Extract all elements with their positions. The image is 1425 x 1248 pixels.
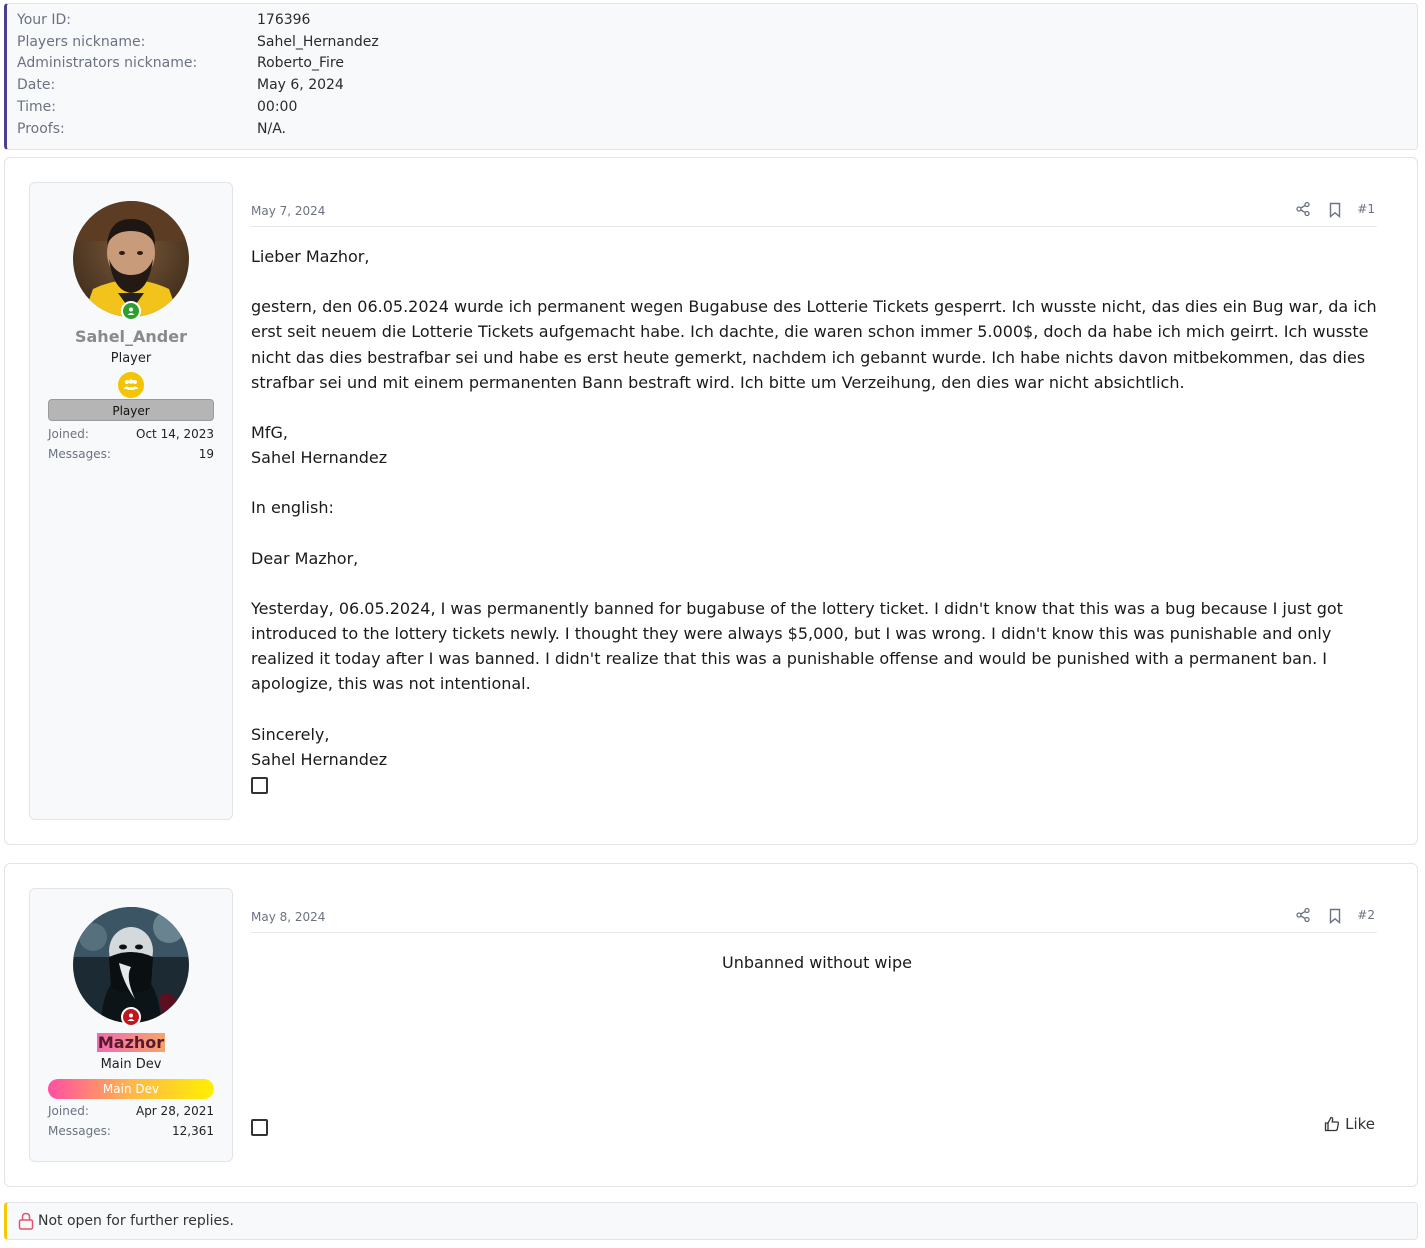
report-info-box: Your ID: 176396 Players nickname: Sahel_… <box>4 3 1418 150</box>
joined-value: Oct 14, 2023 <box>136 427 214 441</box>
like-button[interactable]: Like <box>1324 1115 1375 1133</box>
username[interactable]: Mazhor <box>96 1033 166 1052</box>
select-post-checkbox[interactable] <box>251 777 268 794</box>
user-title: Main Dev <box>100 1057 162 1072</box>
info-value-proofs: N/A. <box>257 121 286 137</box>
info-value-id: 176396 <box>257 12 311 28</box>
post-paragraph: MfG, Sahel Hernandez <box>251 423 388 468</box>
like-label: Like <box>1345 1115 1375 1133</box>
joined-value: Apr 28, 2021 <box>135 1104 214 1118</box>
user-banner: Player <box>48 399 214 421</box>
user-title: Player <box>110 351 152 366</box>
share-icon[interactable] <box>1295 907 1311 923</box>
post-number[interactable]: #1 <box>1357 202 1375 216</box>
info-label-time: Time: <box>17 99 56 115</box>
info-value-player: Sahel_Hernandez <box>257 34 379 50</box>
post-date[interactable]: May 8, 2024 <box>251 910 325 924</box>
post-number[interactable]: #2 <box>1357 908 1375 922</box>
messages-label: Messages: <box>48 1124 111 1138</box>
info-label-proofs: Proofs: <box>17 121 65 137</box>
post-paragraph: Yesterday, 06.05.2024, I was permanently… <box>251 598 1343 694</box>
info-label-admin: Administrators nickname: <box>17 55 198 71</box>
joined-label: Joined: <box>48 427 89 441</box>
post-paragraph: Dear Mazhor, <box>251 548 359 568</box>
messages-value[interactable]: 19 <box>199 447 214 461</box>
post-paragraph: gestern, den 06.05.2024 wurde ich perman… <box>251 297 1377 392</box>
locked-notice-text: Not open for further replies. <box>38 1213 234 1229</box>
messages-label: Messages: <box>48 447 111 461</box>
bookmark-icon[interactable] <box>1327 908 1343 924</box>
lock-icon <box>18 1212 34 1230</box>
post-header-divider <box>251 226 1377 227</box>
info-value-date: May 6, 2024 <box>257 77 344 93</box>
post-body: Unbanned without wipe <box>251 950 1383 975</box>
avatar[interactable] <box>73 907 189 1023</box>
info-label-date: Date: <box>17 77 56 93</box>
post-2: Mazhor Main Dev Main Dev Joined: Apr 28,… <box>4 863 1418 1187</box>
share-icon[interactable] <box>1295 201 1311 217</box>
info-value-admin: Roberto_Fire <box>257 55 344 71</box>
thumbs-up-icon <box>1324 1116 1340 1132</box>
info-value-time: 00:00 <box>257 99 298 115</box>
staff-status-icon <box>121 1007 141 1027</box>
post-paragraph: In english: <box>251 498 334 518</box>
post-paragraph: Unbanned without wipe <box>722 953 912 972</box>
group-badge-icon <box>118 372 144 398</box>
messages-value[interactable]: 12,361 <box>172 1124 214 1138</box>
post-paragraph: Lieber Mazhor, <box>251 247 370 266</box>
user-banner: Main Dev <box>48 1079 214 1099</box>
post-date[interactable]: May 7, 2024 <box>251 204 325 218</box>
username-wrap: Mazhor <box>30 1033 232 1052</box>
info-label-id: Your ID: <box>17 12 71 28</box>
post-paragraph: Sincerely, Sahel Hernandez <box>251 724 388 769</box>
info-label-player: Players nickname: <box>17 34 146 50</box>
post-header-divider <box>251 932 1377 933</box>
bookmark-icon[interactable] <box>1327 202 1343 218</box>
username[interactable]: Sahel_Ander <box>30 327 232 346</box>
online-status-icon <box>121 301 141 321</box>
user-cell: Mazhor Main Dev Main Dev Joined: Apr 28,… <box>29 888 233 1162</box>
thread-locked-notice: Not open for further replies. <box>4 1202 1418 1240</box>
avatar[interactable] <box>73 201 189 317</box>
post-1: Sahel_Ander Player Player Joined: Oct 14… <box>4 157 1418 845</box>
joined-label: Joined: <box>48 1104 89 1118</box>
post-body: Lieber Mazhor, gestern, den 06.05.2024 w… <box>251 244 1383 772</box>
select-post-checkbox[interactable] <box>251 1119 268 1136</box>
user-cell: Sahel_Ander Player Player Joined: Oct 14… <box>29 182 233 820</box>
